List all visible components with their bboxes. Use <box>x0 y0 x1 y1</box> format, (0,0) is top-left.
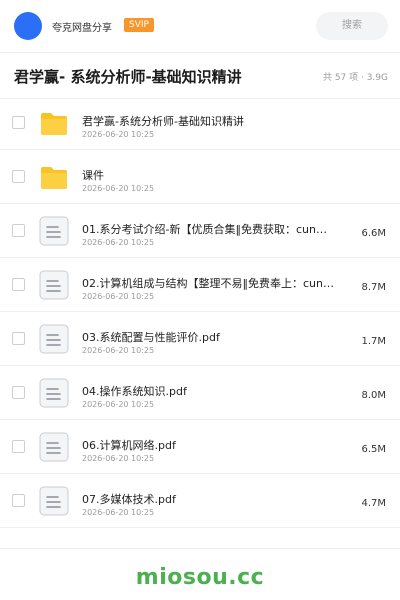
select-checkbox[interactable] <box>12 440 25 453</box>
file-date: 2026-06-20 10:25 <box>82 454 155 463</box>
watermark: miosou.cc <box>135 565 265 590</box>
file-name[interactable]: 04.操作系统知识.pdf <box>82 383 342 399</box>
file-name[interactable]: 01.系分考试介绍-新【优质合集‖免费获取：cun… <box>82 221 342 237</box>
file-name[interactable]: 课件 <box>82 167 342 183</box>
file-row[interactable]: 06.计算机网络.pdf 2026-06-20 10:25 6.5M <box>0 420 400 474</box>
select-checkbox[interactable] <box>12 278 25 291</box>
document-icon <box>38 323 70 355</box>
file-row[interactable]: 02.计算机组成与结构【整理不易‖免费奉上：cun… 2026-06-20 10:… <box>0 258 400 312</box>
document-icon <box>38 431 70 463</box>
file-size: 4.7M <box>361 498 386 509</box>
header: 夸克网盘分享 SVIP 搜索 <box>0 0 400 52</box>
file-date: 2026-06-20 10:25 <box>82 184 155 193</box>
folder-icon <box>38 107 70 139</box>
svip-badge: SVIP <box>124 18 154 32</box>
file-row[interactable]: 03.系统配置与性能评价.pdf 2026-06-20 10:25 1.7M <box>0 312 400 366</box>
folder-row[interactable]: 课件 2026-06-20 10:25 <box>0 150 400 204</box>
select-checkbox[interactable] <box>12 494 25 507</box>
file-size: 6.6M <box>361 228 386 239</box>
file-date: 2026-06-20 10:25 <box>82 346 155 355</box>
file-row[interactable]: 07.多媒体技术.pdf 2026-06-20 10:25 4.7M <box>0 474 400 528</box>
file-list: 君学赢-系统分析师-基础知识精讲 2026-06-20 10:25 课件 2026-0… <box>0 96 400 528</box>
select-checkbox[interactable] <box>12 224 25 237</box>
title-row: 君学赢- 系统分析师-基础知识精讲 共 57 项 · 3.9G <box>0 53 400 99</box>
file-name[interactable]: 07.多媒体技术.pdf <box>82 491 342 507</box>
document-icon <box>38 377 70 409</box>
file-row[interactable]: 04.操作系统知识.pdf 2026-06-20 10:25 8.0M <box>0 366 400 420</box>
file-name[interactable]: 02.计算机组成与结构【整理不易‖免费奉上：cun… <box>82 275 342 291</box>
search-input[interactable]: 搜索 <box>316 12 388 40</box>
file-name[interactable]: 06.计算机网络.pdf <box>82 437 342 453</box>
file-date: 2026-06-20 10:25 <box>82 508 155 517</box>
folder-row[interactable]: 君学赢-系统分析师-基础知识精讲 2026-06-20 10:25 <box>0 96 400 150</box>
avatar[interactable] <box>14 12 42 40</box>
file-date: 2026-06-20 10:25 <box>82 238 155 247</box>
select-checkbox[interactable] <box>12 170 25 183</box>
folder-icon <box>38 161 70 193</box>
file-row[interactable]: 01.系分考试介绍-新【优质合集‖免费获取：cun… 2026-06-20 10:… <box>0 204 400 258</box>
file-size: 8.7M <box>361 282 386 293</box>
document-icon <box>38 485 70 517</box>
select-checkbox[interactable] <box>12 386 25 399</box>
footer: miosou.cc <box>0 548 400 600</box>
file-date: 2026-06-20 10:25 <box>82 292 155 301</box>
page-title: 君学赢- 系统分析师-基础知识精讲 <box>14 68 242 86</box>
document-icon <box>38 215 70 247</box>
file-date: 2026-06-20 10:25 <box>82 400 155 409</box>
item-summary: 共 57 项 · 3.9G <box>322 73 388 83</box>
file-size: 1.7M <box>361 336 386 347</box>
user-name[interactable]: 夸克网盘分享 <box>52 19 112 34</box>
file-name[interactable]: 君学赢-系统分析师-基础知识精讲 <box>82 113 342 129</box>
file-date: 2026-06-20 10:25 <box>82 130 155 139</box>
file-name[interactable]: 03.系统配置与性能评价.pdf <box>82 329 342 345</box>
document-icon <box>38 269 70 301</box>
file-size: 8.0M <box>361 390 386 401</box>
file-size: 6.5M <box>361 444 386 455</box>
select-checkbox[interactable] <box>12 116 25 129</box>
select-checkbox[interactable] <box>12 332 25 345</box>
